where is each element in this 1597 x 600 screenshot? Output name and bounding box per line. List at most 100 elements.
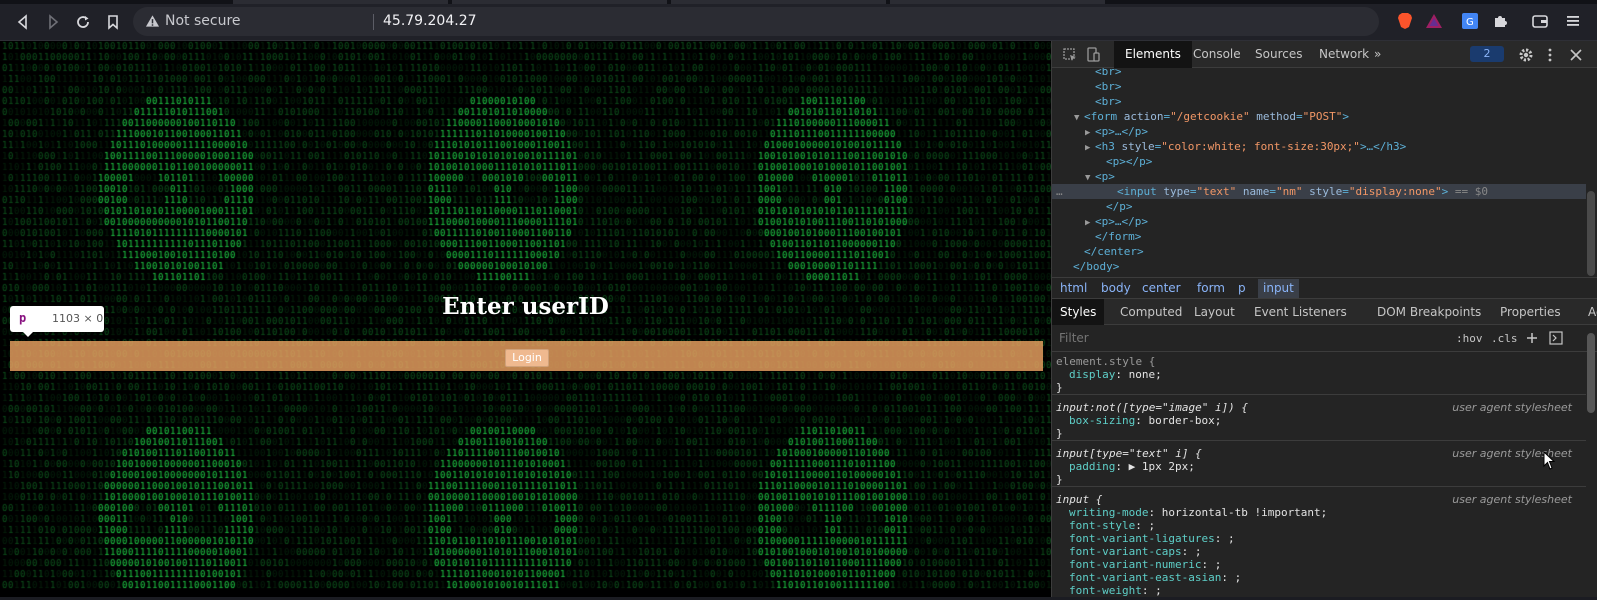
dom-node-line[interactable]: ▼ <p> — [1052, 169, 1586, 184]
back-button[interactable] — [11, 10, 35, 34]
breadcrumb-p[interactable]: p — [1238, 281, 1246, 295]
css-property-name[interactable]: writing-mode — [1069, 506, 1148, 519]
kebab-menu-icon[interactable] — [1542, 47, 1558, 63]
dom-node-line[interactable]: </form> — [1052, 229, 1586, 244]
dom-node-line[interactable]: ▶ <p>…</p> — [1052, 214, 1586, 229]
brave-shields-button[interactable] — [1395, 11, 1415, 31]
dom-node-line[interactable]: ▶ <p>…</p> — [1052, 124, 1586, 139]
style-tab-accessibility[interactable]: Accessibility — [1580, 299, 1597, 325]
css-declaration[interactable]: font-variant-numeric: ; — [1052, 558, 1586, 571]
rule-source[interactable]: user agent stylesheet — [1452, 493, 1572, 506]
css-property-value[interactable]: none; — [1129, 368, 1162, 381]
dom-node-line[interactable]: </body> — [1052, 259, 1586, 274]
css-declaration[interactable]: padding: ▶ 1px 2px; — [1052, 460, 1586, 473]
style-tab-dom-breakpoints[interactable]: DOM Breakpoints — [1369, 299, 1489, 325]
breadcrumb-input[interactable]: input — [1258, 279, 1299, 298]
dom-node-line[interactable]: ▶ <h3 style="color:white; font-size:30px;… — [1052, 139, 1586, 154]
address-bar[interactable]: Not secure 45.79.204.27 — [133, 7, 1379, 36]
bookmark-button[interactable] — [101, 10, 125, 34]
new-rule-icon[interactable] — [1525, 331, 1539, 345]
browser-menu-button[interactable] — [1563, 11, 1583, 31]
styles-scrollbar[interactable] — [1587, 333, 1595, 413]
style-tab-computed[interactable]: Computed — [1112, 299, 1190, 325]
security-label[interactable]: Not secure — [165, 13, 241, 29]
browser-tab[interactable] — [452, 0, 667, 4]
dom-node-line[interactable]: <p></p> — [1052, 154, 1586, 169]
css-declaration[interactable]: box-sizing: border-box; — [1052, 414, 1586, 427]
extensions-button[interactable] — [1490, 11, 1510, 31]
dom-node-line[interactable]: <br> — [1052, 68, 1586, 79]
css-property-value[interactable]: ▶ 1px 2px; — [1129, 460, 1195, 473]
dom-node-line[interactable]: <br> — [1052, 94, 1586, 109]
breadcrumb-html[interactable]: html — [1060, 281, 1087, 295]
cls-toggle[interactable]: .cls — [1491, 332, 1518, 345]
css-declaration[interactable]: font-variant-caps: ; — [1052, 545, 1586, 558]
css-property-name[interactable]: font-variant-east-asian — [1069, 571, 1221, 584]
styles-filter-input[interactable] — [1054, 328, 1450, 348]
toggle-sidebar-icon[interactable] — [1549, 331, 1563, 345]
css-property-value[interactable]: border-box; — [1148, 414, 1221, 427]
device-toolbar-icon[interactable] — [1085, 47, 1101, 63]
wallet-button[interactable] — [1530, 11, 1550, 31]
styles-rules: element.style {display: none;} input:not(… — [1052, 353, 1586, 597]
browser-tab[interactable] — [233, 0, 448, 4]
css-rule[interactable]: input {user agent stylesheet writing-mode… — [1052, 493, 1586, 597]
browser-tab[interactable] — [671, 0, 886, 4]
css-declaration[interactable]: writing-mode: horizontal-tb !important; — [1052, 506, 1586, 519]
tab-sources[interactable]: Sources — [1244, 41, 1313, 68]
url-text[interactable]: 45.79.204.27 — [383, 13, 477, 29]
css-declaration[interactable]: font-weight: ; — [1052, 584, 1586, 597]
css-property-value[interactable]: ; — [1215, 558, 1222, 571]
translate-extension-button[interactable]: G — [1460, 11, 1480, 31]
login-button[interactable]: Login — [505, 349, 549, 367]
css-property-value[interactable]: ; — [1235, 571, 1242, 584]
css-declaration[interactable]: font-variant-ligatures: ; — [1052, 532, 1586, 545]
brave-rewards-button[interactable] — [1424, 11, 1444, 31]
dom-node-line[interactable]: … <input type="text" name="nm" style="dis… — [1052, 184, 1586, 199]
dom-node-line[interactable]: ▼ <form action="/getcookie" method="POST"… — [1052, 109, 1586, 124]
css-property-name[interactable]: font-weight — [1069, 584, 1142, 597]
css-property-name[interactable]: box-sizing — [1069, 414, 1135, 427]
breadcrumb-body[interactable]: body — [1101, 281, 1131, 295]
browser-tab[interactable] — [890, 0, 1105, 4]
style-tab-styles[interactable]: Styles — [1052, 299, 1105, 325]
css-rule[interactable]: element.style {display: none;} — [1052, 355, 1586, 395]
hov-toggle[interactable]: :hov — [1456, 332, 1483, 345]
breadcrumb-center[interactable]: center — [1142, 281, 1181, 295]
css-property-name[interactable]: font-variant-ligatures — [1069, 532, 1215, 545]
issues-badge[interactable]: 2 — [1470, 46, 1504, 62]
style-tab-properties[interactable]: Properties — [1492, 299, 1569, 325]
css-property-name[interactable]: display — [1069, 368, 1115, 381]
css-declaration[interactable]: font-variant-east-asian: ; — [1052, 571, 1586, 584]
css-property-name[interactable]: font-variant-numeric — [1069, 558, 1201, 571]
more-tabs-chevron[interactable]: » — [1368, 41, 1387, 68]
dom-line-ellipsis-icon[interactable]: … — [1056, 184, 1063, 199]
inspect-element-icon[interactable] — [1062, 47, 1078, 63]
css-rule[interactable]: input:not([type="image" i]) {user agent … — [1052, 401, 1586, 441]
tab-elements[interactable]: Elements — [1114, 41, 1192, 68]
css-property-value[interactable]: ; — [1228, 532, 1235, 545]
css-property-name[interactable]: font-variant-caps — [1069, 545, 1182, 558]
breadcrumb-form[interactable]: form — [1197, 281, 1225, 295]
rule-source[interactable]: user agent stylesheet — [1452, 401, 1572, 414]
css-property-value[interactable]: ; — [1148, 519, 1155, 532]
css-property-value[interactable]: horizontal-tb !important; — [1162, 506, 1328, 519]
css-rule[interactable]: input[type="text" i] {user agent stylesh… — [1052, 447, 1586, 487]
dom-node-line[interactable]: </p> — [1052, 199, 1586, 214]
style-tab-layout[interactable]: Layout — [1186, 299, 1243, 325]
css-property-name[interactable]: padding — [1069, 460, 1115, 473]
style-tab-event-listeners[interactable]: Event Listeners — [1246, 299, 1355, 325]
forward-button[interactable] — [41, 10, 65, 34]
css-property-value[interactable]: ; — [1155, 584, 1162, 597]
css-declaration[interactable]: display: none; — [1052, 368, 1586, 381]
close-devtools-icon[interactable] — [1568, 47, 1584, 63]
dom-scrollbar[interactable] — [1587, 191, 1595, 276]
dom-node-line[interactable]: <br> — [1052, 79, 1586, 94]
dom-node-line[interactable]: </center> — [1052, 244, 1586, 259]
css-declaration[interactable]: font-style: ; — [1052, 519, 1586, 532]
reload-button[interactable] — [71, 10, 95, 34]
css-property-name[interactable]: font-style — [1069, 519, 1135, 532]
settings-gear-icon[interactable] — [1518, 47, 1534, 63]
tab-console[interactable]: Console — [1182, 41, 1252, 68]
css-property-value[interactable]: ; — [1195, 545, 1202, 558]
